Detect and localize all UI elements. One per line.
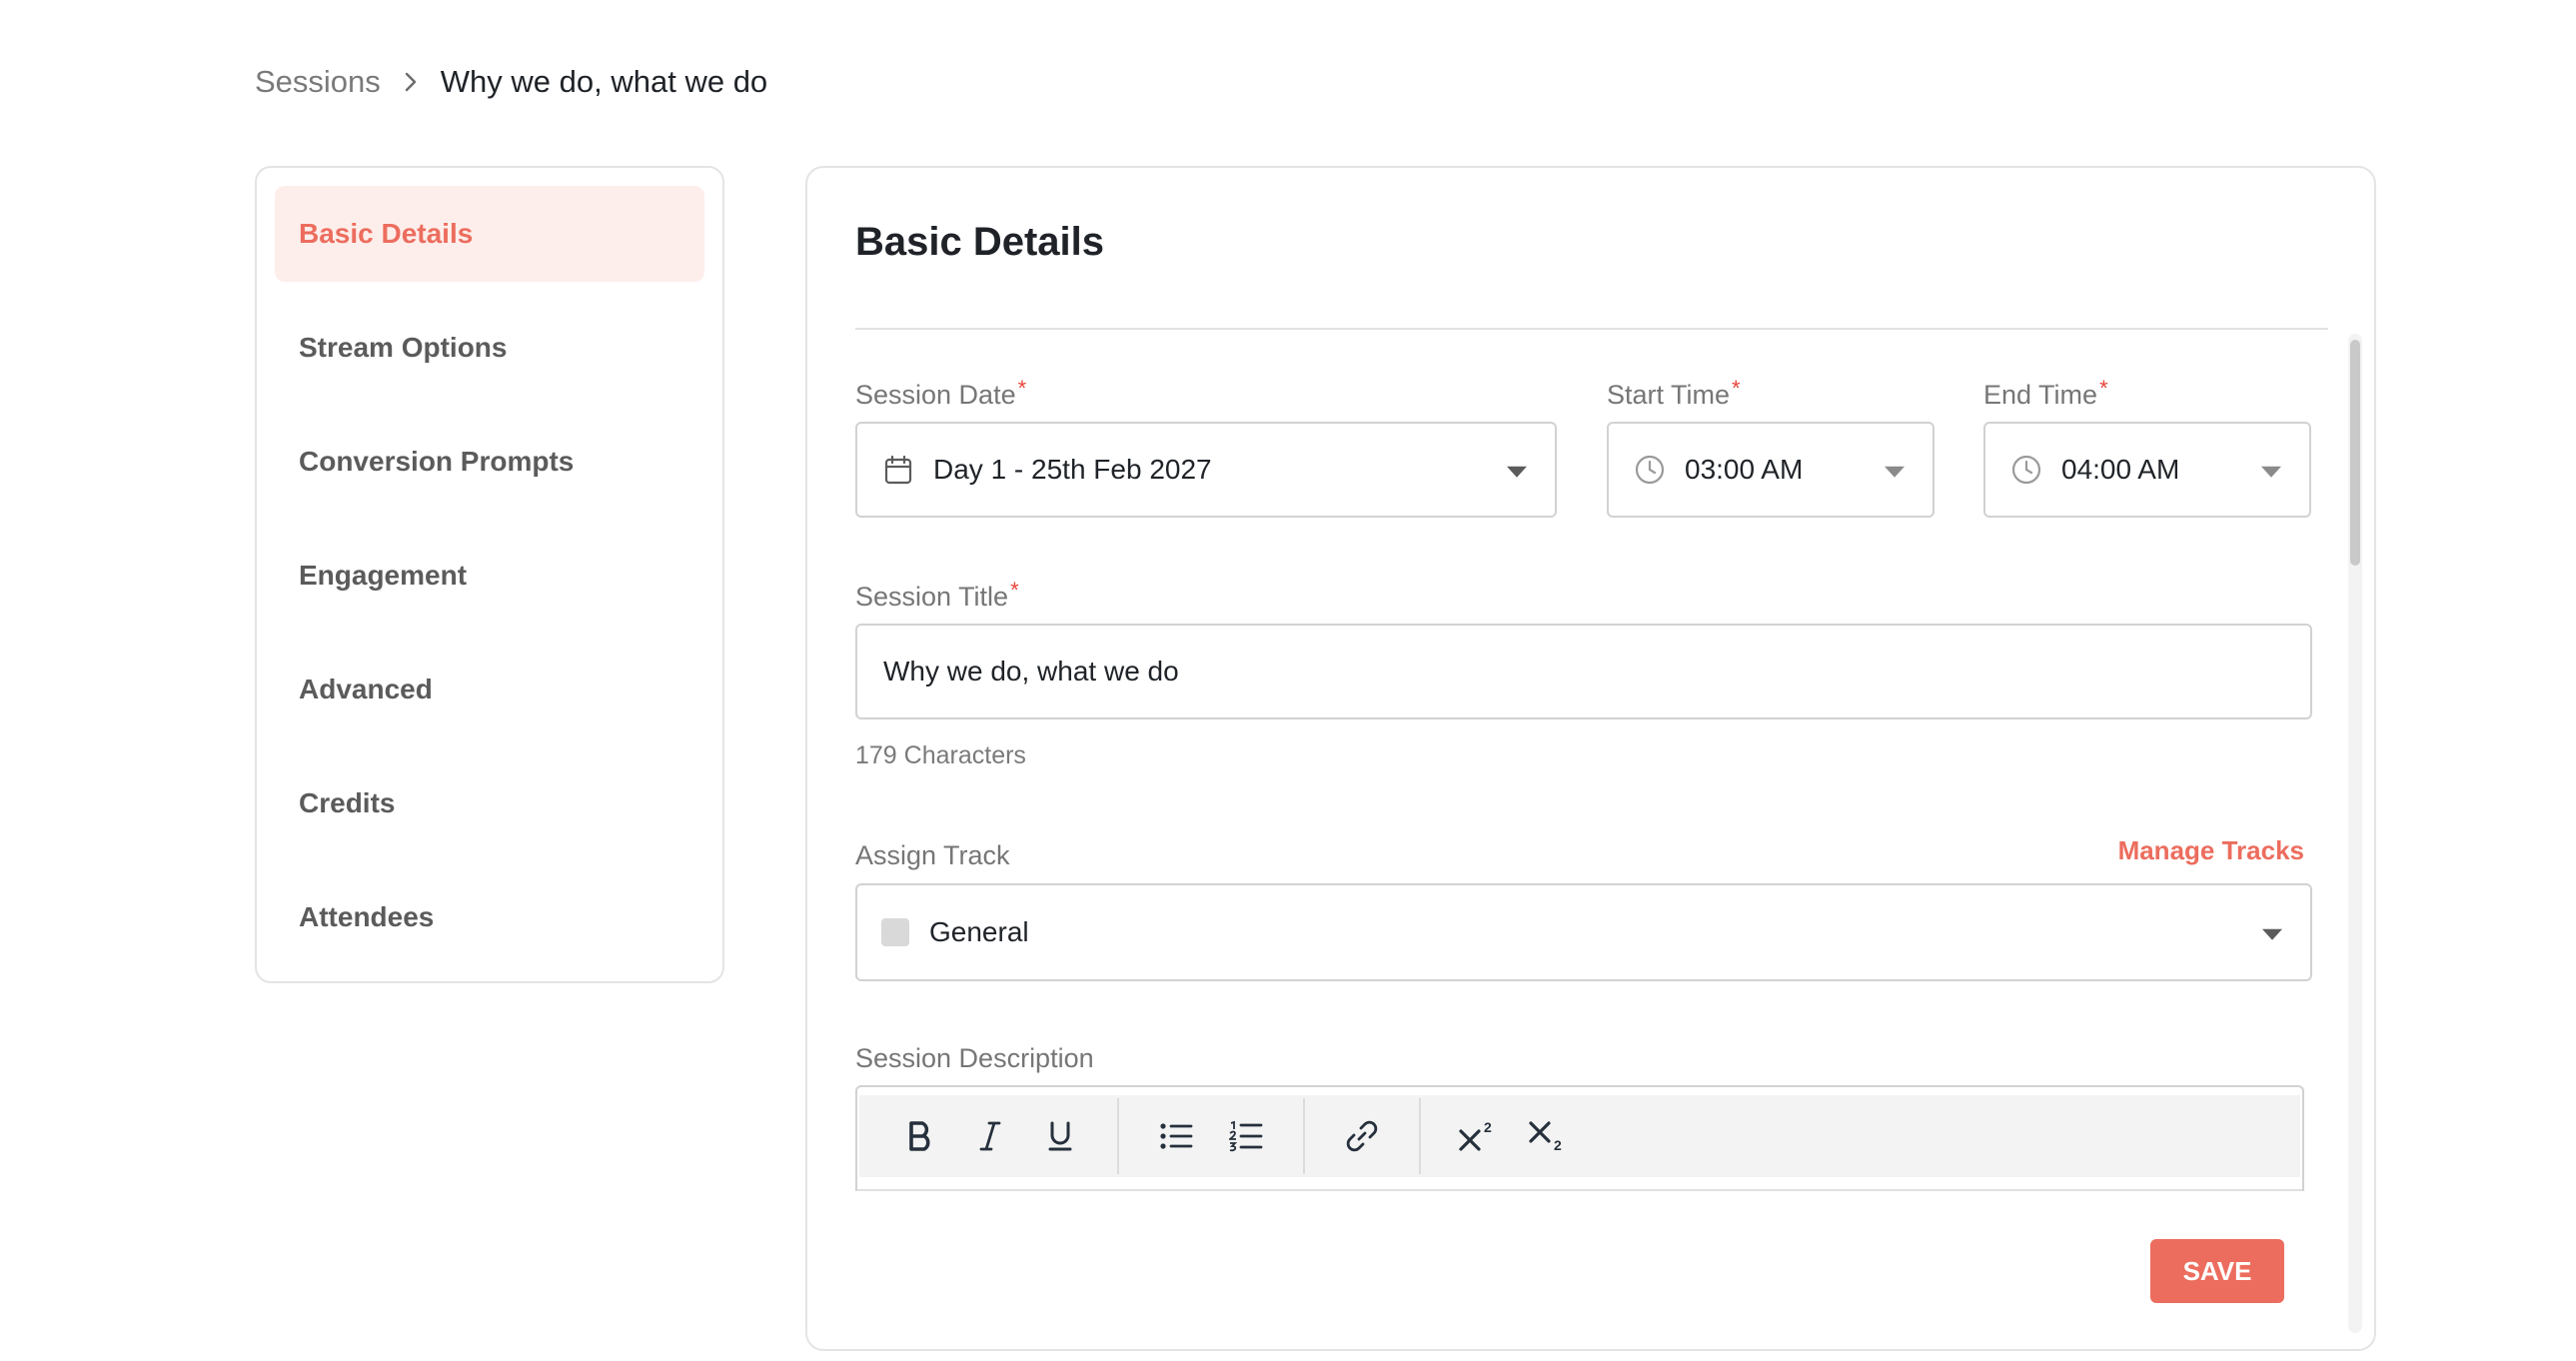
bold-icon[interactable] xyxy=(885,1101,955,1171)
session-date-label: Session Date* xyxy=(855,376,1027,410)
required-marker: * xyxy=(2099,376,2108,401)
manage-tracks-link[interactable]: Manage Tracks xyxy=(2118,835,2304,866)
italic-icon[interactable] xyxy=(955,1101,1025,1171)
clock-icon xyxy=(1633,453,1667,487)
end-time-value: 04:00 AM xyxy=(2061,454,2180,485)
sidebar-item-label: Basic Details xyxy=(299,218,474,249)
start-time-select[interactable]: 03:00 AM xyxy=(1607,422,1934,518)
chevron-down-icon xyxy=(1885,466,1905,478)
link-icon[interactable] xyxy=(1327,1101,1397,1171)
end-time-label: End Time* xyxy=(1983,376,2108,410)
bulleted-list-icon[interactable] xyxy=(1141,1101,1211,1171)
editor-content-edge xyxy=(857,1189,2302,1191)
sidebar-item-conversion-prompts[interactable]: Conversion Prompts xyxy=(275,414,704,510)
breadcrumb-current: Why we do, what we do xyxy=(440,64,768,99)
toolbar-divider xyxy=(1303,1098,1305,1174)
sidebar-item-label: Engagement xyxy=(299,560,468,591)
sidebar-item-label: Credits xyxy=(299,787,396,818)
subscript-icon[interactable]: 2 xyxy=(1513,1101,1583,1171)
save-button[interactable]: SAVE xyxy=(2150,1239,2284,1303)
panel-title: Basic Details xyxy=(855,220,1105,264)
svg-text:2: 2 xyxy=(1554,1137,1562,1153)
sidebar-item-basic-details[interactable]: Basic Details xyxy=(275,186,704,282)
chevron-down-icon xyxy=(2262,928,2282,940)
session-description-editor[interactable]: 2 2 xyxy=(855,1085,2304,1191)
end-time-select[interactable]: 04:00 AM xyxy=(1983,422,2311,518)
start-time-label: Start Time* xyxy=(1607,376,1741,410)
session-title-input[interactable]: Why we do, what we do xyxy=(855,624,2312,719)
sidebar-item-label: Attendees xyxy=(299,901,435,932)
sidebar-item-advanced[interactable]: Advanced xyxy=(275,642,704,737)
svg-text:2: 2 xyxy=(1484,1119,1492,1135)
sidebar-item-label: Advanced xyxy=(299,674,433,704)
sidebar-item-label: Conversion Prompts xyxy=(299,446,575,477)
start-time-value: 03:00 AM xyxy=(1685,454,1804,485)
sidebar-item-credits[interactable]: Credits xyxy=(275,755,704,851)
toolbar-divider xyxy=(1117,1098,1119,1174)
panel-divider xyxy=(855,328,2328,330)
basic-details-panel: Basic Details Session Date* Day 1 - 25th… xyxy=(805,166,2376,1351)
sidebar-item-stream-options[interactable]: Stream Options xyxy=(275,300,704,396)
calendar-icon xyxy=(881,453,915,487)
session-date-select[interactable]: Day 1 - 25th Feb 2027 xyxy=(855,422,1557,518)
session-date-value: Day 1 - 25th Feb 2027 xyxy=(933,454,1212,485)
toolbar-divider xyxy=(1419,1098,1421,1174)
sidebar-item-attendees[interactable]: Attendees xyxy=(275,869,704,965)
session-title-value: Why we do, what we do xyxy=(883,656,1179,686)
sidebar-nav: Basic Details Stream Options Conversion … xyxy=(255,166,724,983)
track-color-swatch xyxy=(881,918,909,946)
chevron-down-icon xyxy=(2261,466,2281,478)
session-title-label: Session Title* xyxy=(855,578,1019,612)
required-marker: * xyxy=(1010,578,1019,603)
superscript-icon[interactable]: 2 xyxy=(1443,1101,1513,1171)
clock-icon xyxy=(2009,453,2043,487)
breadcrumb: Sessions Why we do, what we do xyxy=(255,58,767,106)
assign-track-label: Assign Track xyxy=(855,840,1010,870)
numbered-list-icon[interactable] xyxy=(1211,1101,1281,1171)
sidebar-item-engagement[interactable]: Engagement xyxy=(275,528,704,624)
session-description-label: Session Description xyxy=(855,1043,1094,1073)
chevron-right-icon xyxy=(381,65,441,99)
assign-track-value: General xyxy=(929,916,1029,947)
chevron-down-icon xyxy=(1507,466,1527,478)
scrollbar-thumb[interactable] xyxy=(2350,340,2360,566)
breadcrumb-sessions-link[interactable]: Sessions xyxy=(255,64,381,100)
sidebar-item-label: Stream Options xyxy=(299,332,508,363)
assign-track-select[interactable]: General xyxy=(855,883,2312,981)
character-count: 179 Characters xyxy=(855,741,1026,769)
underline-icon[interactable] xyxy=(1025,1101,1095,1171)
required-marker: * xyxy=(1017,376,1027,401)
editor-toolbar: 2 2 xyxy=(859,1095,2300,1177)
required-marker: * xyxy=(1732,376,1741,401)
